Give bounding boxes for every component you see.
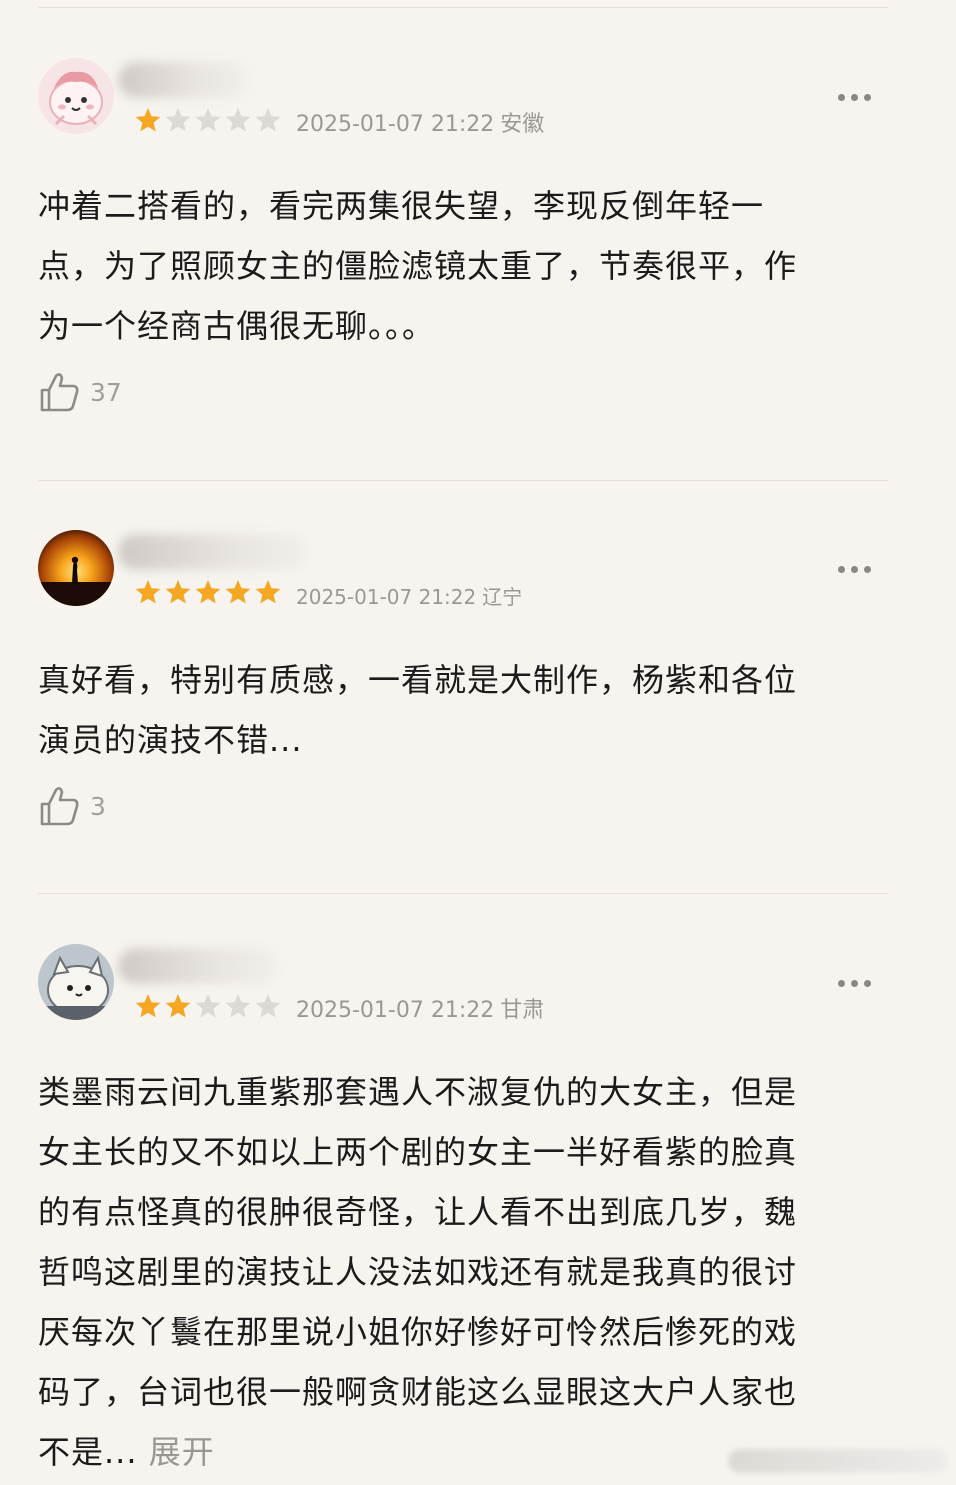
content-line: 为一个经商古偶很无聊。。。: [38, 307, 436, 345]
star-empty-icon: [255, 108, 281, 132]
username-blurred[interactable]: [118, 948, 278, 984]
avatar[interactable]: [38, 944, 114, 1020]
sunset-avatar-icon: [38, 530, 114, 606]
review-date: 2025-01-07 21:22: [296, 585, 477, 609]
thumbs-up-icon: [40, 373, 79, 412]
star-filled-icon: [195, 580, 221, 604]
star-empty-icon: [255, 994, 281, 1018]
review-location: 甘肃: [500, 998, 545, 1023]
cartoon-avatar-icon: [38, 58, 114, 134]
watermark-blurred: [728, 1449, 948, 1473]
avatar[interactable]: [38, 58, 114, 134]
star-filled-icon: [165, 580, 191, 604]
content-line: 真好看，特别有质感，一看就是大制作，杨紫和各位: [38, 661, 798, 699]
content-line: 演员的演技不错...: [38, 721, 303, 759]
like-button[interactable]: 37: [38, 370, 122, 414]
more-options-button[interactable]: [838, 980, 871, 987]
review-meta: 2025-01-07 21:22 安徽: [296, 106, 544, 138]
star-filled-icon: [135, 580, 161, 604]
review-divider: [38, 893, 888, 894]
rating-stars: [134, 106, 282, 134]
review-content: 冲着二搭看的，看完两集很失望，李现反倒年轻一 点，为了照顾女主的僵脸滤镜太重了，…: [38, 176, 868, 356]
rating-stars: [134, 578, 282, 606]
star-empty-icon: [195, 108, 221, 132]
content-line: 女主长的又不如以上两个剧的女主一半好看紫的脸真: [38, 1133, 798, 1171]
review-content: 类墨雨云间九重紫那套遇人不淑复仇的大女主，但是 女主长的又不如以上两个剧的女主一…: [38, 1062, 868, 1482]
review-date: 2025-01-07 21:22: [296, 998, 495, 1023]
review-meta: 2025-01-07 21:22 甘肃: [296, 992, 544, 1024]
review-location: 辽宁: [482, 585, 523, 609]
star-filled-icon: [255, 580, 281, 604]
star-empty-icon: [195, 994, 221, 1018]
review-location: 安徽: [500, 112, 545, 137]
review-divider: [38, 480, 888, 481]
star-filled-icon: [135, 108, 161, 132]
expand-link[interactable]: 展开: [149, 1433, 215, 1471]
star-empty-icon: [225, 108, 251, 132]
avatar[interactable]: [38, 530, 114, 606]
like-button[interactable]: 3: [38, 784, 106, 828]
more-options-button[interactable]: [838, 94, 871, 101]
star-filled-icon: [225, 580, 251, 604]
content-line: 哲鸣这剧里的演技让人没法如戏还有就是我真的很讨: [38, 1253, 798, 1291]
content-line: 厌每次丫鬟在那里说小姐你好惨好可怜然后惨死的戏: [38, 1313, 798, 1351]
review-content: 真好看，特别有质感，一看就是大制作，杨紫和各位 演员的演技不错...: [38, 650, 868, 770]
cartoon-cat-avatar-icon: [38, 944, 114, 1020]
username-blurred[interactable]: [118, 534, 308, 570]
like-count: 3: [90, 791, 106, 821]
review-meta: 2025-01-07 21:22 辽宁: [296, 581, 522, 610]
content-line: 冲着二搭看的，看完两集很失望，李现反倒年轻一: [38, 187, 765, 225]
star-filled-icon: [165, 994, 191, 1018]
star-empty-icon: [225, 994, 251, 1018]
star-empty-icon: [165, 108, 191, 132]
star-filled-icon: [135, 994, 161, 1018]
content-line: 点，为了照顾女主的僵脸滤镜太重了，节奏很平，作: [38, 247, 798, 285]
more-options-button[interactable]: [838, 566, 871, 573]
thumbs-up-icon: [40, 787, 79, 826]
like-count: 37: [90, 377, 122, 407]
content-line: 类墨雨云间九重紫那套遇人不淑复仇的大女主，但是: [38, 1073, 798, 1111]
content-line: 不是...: [38, 1433, 138, 1471]
username-blurred[interactable]: [118, 62, 248, 98]
content-line: 的有点怪真的很肿很奇怪，让人看不出到底几岁，魏: [38, 1193, 798, 1231]
content-line: 码了，台词也很一般啊贪财能这么显眼这大户人家也: [38, 1373, 798, 1411]
rating-stars: [134, 992, 282, 1020]
top-divider: [38, 7, 888, 8]
review-date: 2025-01-07 21:22: [296, 112, 495, 137]
